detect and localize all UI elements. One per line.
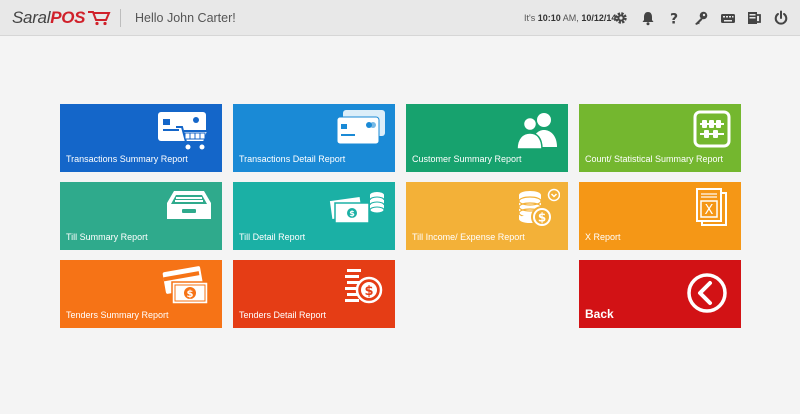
help-icon[interactable]: ? xyxy=(665,9,683,27)
svg-text:$: $ xyxy=(349,209,355,218)
tile-label: Till Summary Report xyxy=(66,232,148,242)
tile-tenders-summary[interactable]: $ Tenders Summary Report xyxy=(60,260,222,328)
tile-transactions-summary[interactable]: Transactions Summary Report xyxy=(60,104,222,172)
tile-label: X Report xyxy=(585,232,621,242)
tile-label: Transactions Detail Report xyxy=(239,154,346,164)
tile-label: Count/ Statistical Summary Report xyxy=(585,154,724,164)
toolbar-icons: ? xyxy=(612,9,799,27)
cash-coins-icon: $ xyxy=(329,192,385,224)
users-icon xyxy=(516,113,557,150)
tile-x-report[interactable]: X X Report xyxy=(579,182,741,250)
tile-transactions-detail[interactable]: Transactions Detail Report xyxy=(233,104,395,172)
bell-icon[interactable] xyxy=(639,9,657,27)
back-button[interactable]: Back xyxy=(579,260,741,328)
keyboard-icon[interactable] xyxy=(719,9,737,27)
tile-till-detail[interactable]: $ Till Detail Report xyxy=(233,182,395,250)
svg-text:X: X xyxy=(705,203,714,218)
tile-label: Customer Summary Report xyxy=(412,154,522,164)
svg-text:?: ? xyxy=(670,12,678,27)
tile-label: Tenders Summary Report xyxy=(66,310,169,320)
tile-tenders-detail[interactable]: $ Tenders Detail Report xyxy=(233,260,395,328)
datetime: It's 10:10 AM, 10/12/14 xyxy=(524,13,617,23)
tile-label: Till Detail Report xyxy=(239,232,306,242)
greeting: Hello John Carter! xyxy=(135,11,236,25)
cart-logo-icon xyxy=(88,11,111,26)
back-icon xyxy=(687,273,727,313)
abacus-icon xyxy=(693,110,731,148)
x-report-icon: X xyxy=(696,188,727,226)
cash-drawer-icon[interactable] xyxy=(745,9,763,27)
tender-cards-icon: $ xyxy=(162,266,209,305)
card-cart-icon xyxy=(158,112,210,150)
tile-label: Tenders Detail Report xyxy=(239,310,327,320)
tile-till-summary[interactable]: Till Summary Report xyxy=(60,182,222,250)
cards-icon xyxy=(336,110,385,145)
header-divider xyxy=(120,9,121,27)
tile-count-statistical[interactable]: Count/ Statistical Summary Report xyxy=(579,104,741,172)
key-icon[interactable] xyxy=(692,9,710,27)
svg-text:$: $ xyxy=(364,284,373,299)
svg-text:$: $ xyxy=(538,211,546,225)
tile-customer-summary[interactable]: Customer Summary Report xyxy=(406,104,568,172)
tile-label: Till Income/ Expense Report xyxy=(412,232,525,242)
tile-label: Transactions Summary Report xyxy=(66,154,188,164)
settings-icon[interactable] xyxy=(612,9,630,27)
power-icon[interactable] xyxy=(772,9,790,27)
logo: SaralPOS xyxy=(12,8,111,28)
tender-coins-icon: $ xyxy=(345,269,383,304)
top-bar: SaralPOS Hello John Carter! It's 10:10 A… xyxy=(0,0,800,36)
tile-label: Back xyxy=(585,307,614,321)
coins-dollar-icon: $ xyxy=(518,188,560,228)
tray-icon xyxy=(167,191,211,219)
tile-till-income-expense[interactable]: $ Till Income/ Expense Report xyxy=(406,182,568,250)
svg-text:$: $ xyxy=(187,289,194,300)
